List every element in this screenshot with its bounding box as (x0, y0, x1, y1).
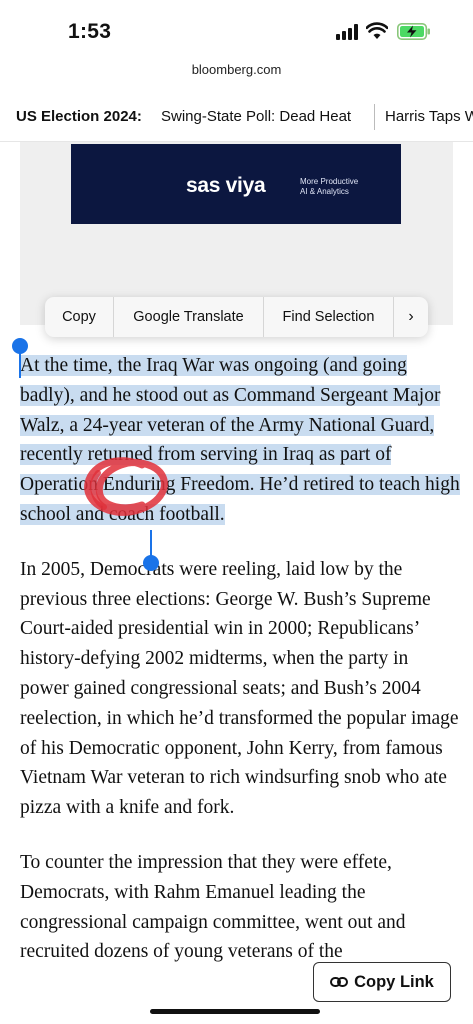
address-bar[interactable]: bloomberg.com (0, 62, 473, 84)
copy-link-label: Copy Link (354, 972, 434, 991)
strip-label: US Election 2024: (16, 108, 142, 125)
menu-copy-button[interactable]: Copy (45, 297, 114, 337)
article-paragraph: At the time, the Iraq War was ongoing (a… (20, 351, 460, 530)
wifi-icon (366, 22, 388, 39)
menu-find-selection-button[interactable]: Find Selection (264, 297, 394, 337)
menu-more-chevron-icon[interactable]: › (394, 297, 428, 337)
ad-banner[interactable]: sas viya More Productive AI & Analytics (71, 144, 401, 224)
selection-start-caret (19, 350, 21, 378)
copy-link-button[interactable]: Copy Link (313, 962, 451, 1002)
url-text: bloomberg.com (191, 62, 282, 77)
menu-google-translate-button[interactable]: Google Translate (114, 297, 264, 337)
link-icon (330, 977, 349, 987)
ad-tagline: More Productive AI & Analytics (300, 177, 358, 197)
article-paragraph: In 2005, Democrats were reeling, laid lo… (20, 558, 459, 819)
status-time: 1:53 (68, 20, 112, 43)
battery-charging-icon (397, 23, 430, 40)
ad-tagline-line1: More Productive (300, 177, 359, 186)
selected-text[interactable]: At the time, the Iraq War was ongoing (a… (20, 355, 460, 525)
selection-end-handle[interactable] (143, 555, 159, 571)
strip-link-harris-taps[interactable]: Harris Taps W (385, 108, 473, 125)
article-body: At the time, the Iraq War was ongoing (a… (20, 351, 460, 992)
status-bar: 1:53 (0, 0, 473, 62)
ad-tagline-line2: AI & Analytics (300, 187, 349, 196)
article-paragraph: To counter the impression that they were… (20, 851, 406, 963)
strip-divider (374, 104, 375, 130)
cellular-signal-icon (336, 24, 360, 40)
ad-brand-logo: sas viya (186, 174, 266, 197)
strip-link-swing-state-poll[interactable]: Swing-State Poll: Dead Heat (161, 108, 351, 125)
text-selection-menu: Copy Google Translate Find Selection › (45, 297, 428, 337)
headline-strip: US Election 2024: Swing-State Poll: Dead… (0, 92, 473, 142)
home-indicator[interactable] (150, 1009, 320, 1014)
